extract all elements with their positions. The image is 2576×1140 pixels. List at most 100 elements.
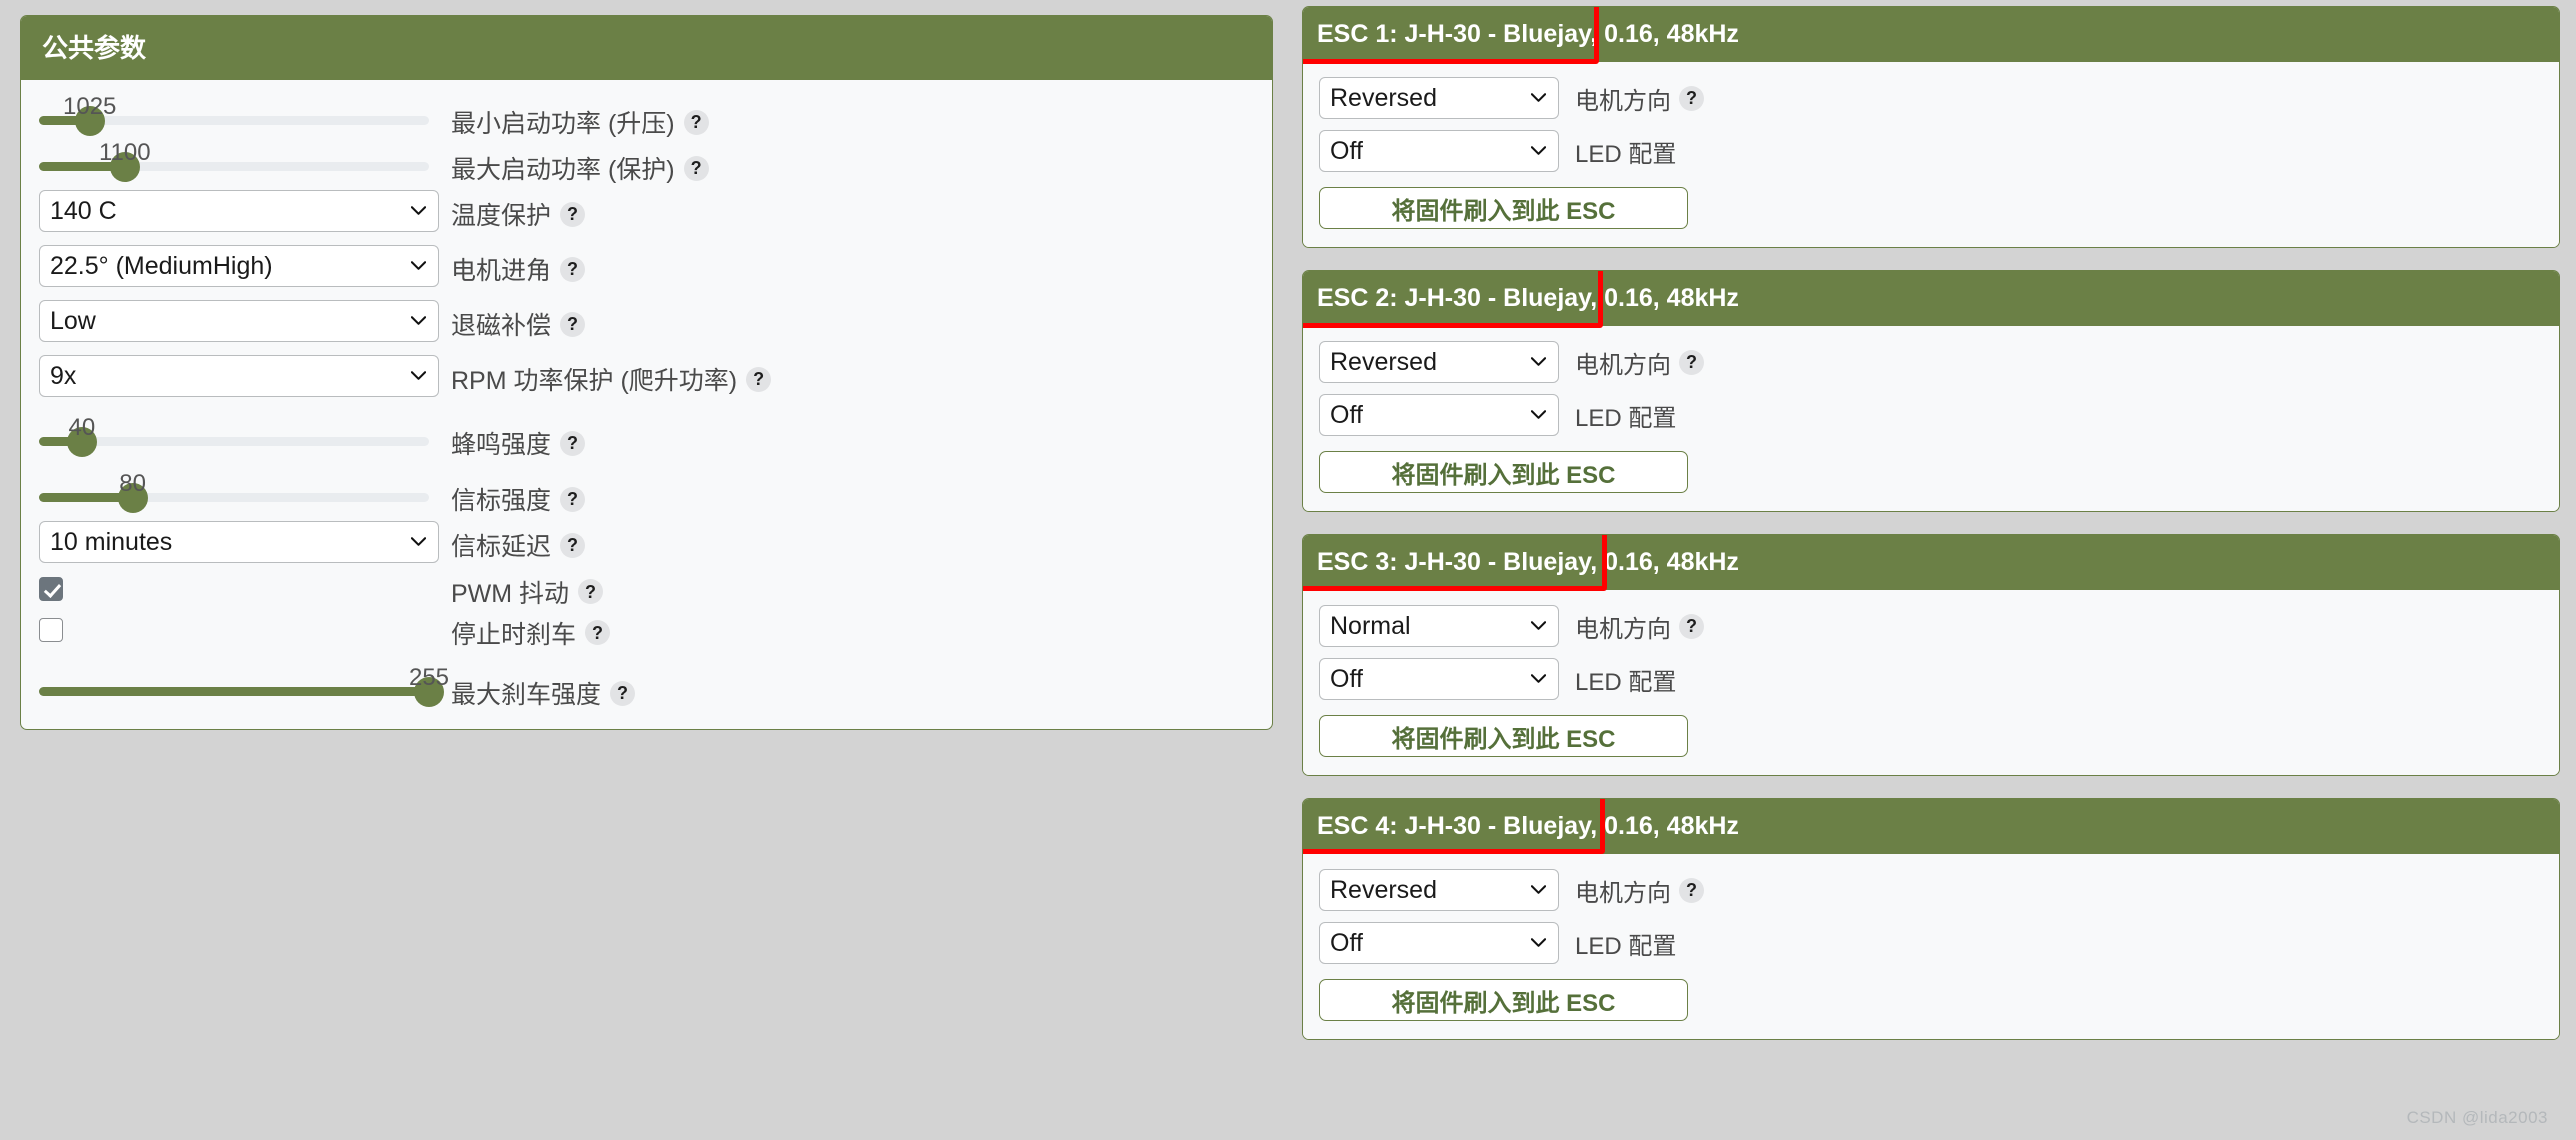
- select-cell: 9x: [39, 355, 451, 397]
- led-config-select[interactable]: Off: [1319, 658, 1559, 700]
- led-config-label: LED 配置: [1575, 140, 1677, 168]
- panel-title: 公共参数: [21, 16, 1272, 80]
- led-config-select-wrap[interactable]: Off: [1319, 130, 1559, 172]
- pwm-dither-checkbox[interactable]: [39, 577, 63, 601]
- led-config-select[interactable]: Off: [1319, 394, 1559, 436]
- temperature-protection-select-wrap[interactable]: 140 C: [39, 190, 439, 232]
- slider-cell: 40: [39, 415, 451, 461]
- esc-motor-direction-row: Reversed 电机方向 ?: [1319, 869, 2543, 911]
- motor-direction-label-row: 电机方向 ?: [1575, 345, 1704, 380]
- help-icon[interactable]: ?: [683, 155, 709, 181]
- esc-card-4: ESC 4: J-H-30 - Bluejay, 0.16, 48kHz Rev…: [1302, 798, 2560, 1040]
- motor-direction-select[interactable]: Reversed: [1319, 869, 1559, 911]
- param-label: 蜂鸣强度: [451, 431, 552, 459]
- rpm-power-protect-select-wrap[interactable]: 9x: [39, 355, 439, 397]
- motor-direction-select[interactable]: Reversed: [1319, 341, 1559, 383]
- flash-firmware-button[interactable]: 将固件刷入到此 ESC: [1319, 187, 1688, 229]
- param-row-temperature-protection: 140 C 温度保护 ?: [39, 188, 1254, 232]
- slider-track[interactable]: 1025: [39, 95, 429, 136]
- min-startup-power-slider[interactable]: 1025: [39, 94, 429, 136]
- help-icon[interactable]: ?: [560, 532, 586, 558]
- beacon-delay-select[interactable]: 10 minutes: [39, 521, 439, 563]
- esc-led-row: Off LED 配置: [1319, 922, 2543, 964]
- motor-direction-select-wrap[interactable]: Reversed: [1319, 341, 1559, 383]
- led-config-select-wrap[interactable]: Off: [1319, 658, 1559, 700]
- help-icon[interactable]: ?: [560, 256, 586, 282]
- max-startup-power-slider[interactable]: 1100: [39, 140, 429, 182]
- led-config-select-wrap[interactable]: Off: [1319, 922, 1559, 964]
- help-icon[interactable]: ?: [578, 579, 604, 604]
- slider-cell: 1025: [39, 94, 451, 140]
- brake-on-stop-checkbox[interactable]: [39, 618, 63, 642]
- param-label: 最大刹车强度: [451, 681, 602, 709]
- param-label-row: 最小启动功率 (升压) ?: [451, 104, 709, 140]
- motor-direction-label-row: 电机方向 ?: [1575, 609, 1704, 644]
- param-label-row: PWM 抖动 ?: [451, 574, 604, 610]
- param-label-row: 信标强度 ?: [451, 481, 586, 517]
- esc-card-body: Reversed 电机方向 ? Off LED 配置 将固件刷入到此 ESC: [1303, 854, 2559, 1039]
- beacon-delay-select-wrap[interactable]: 10 minutes: [39, 521, 439, 563]
- slider-track[interactable]: 255: [39, 666, 449, 707]
- beep-strength-slider[interactable]: 40: [39, 415, 429, 457]
- esc-motor-direction-row: Reversed 电机方向 ?: [1319, 341, 2543, 383]
- param-label: RPM 功率保护 (爬升功率): [451, 367, 738, 395]
- led-config-select[interactable]: Off: [1319, 922, 1559, 964]
- led-config-label: LED 配置: [1575, 404, 1677, 432]
- help-icon[interactable]: ?: [1679, 613, 1704, 639]
- temperature-protection-select[interactable]: 140 C: [39, 190, 439, 232]
- slider-cell: 255: [39, 665, 451, 711]
- help-icon[interactable]: ?: [560, 201, 586, 227]
- slider-track[interactable]: 1100: [39, 141, 429, 182]
- flash-firmware-button[interactable]: 将固件刷入到此 ESC: [1319, 979, 1688, 1021]
- rpm-power-protect-select[interactable]: 9x: [39, 355, 439, 397]
- beacon-strength-slider[interactable]: 80: [39, 471, 429, 513]
- param-row-max-startup-power: 1100 最大启动功率 (保护) ?: [39, 140, 1254, 186]
- motor-direction-select-wrap[interactable]: Normal: [1319, 605, 1559, 647]
- help-icon[interactable]: ?: [683, 109, 709, 135]
- help-icon[interactable]: ?: [746, 366, 772, 392]
- led-config-select-wrap[interactable]: Off: [1319, 394, 1559, 436]
- help-icon[interactable]: ?: [585, 620, 611, 645]
- param-label: 停止时刹车: [451, 620, 577, 649]
- motor-direction-select-wrap[interactable]: Reversed: [1319, 77, 1559, 119]
- slider-cell: 80: [39, 471, 451, 517]
- param-row-beep-strength: 40 蜂鸣强度 ?: [39, 415, 1254, 461]
- motor-direction-label-row: 电机方向 ?: [1575, 873, 1704, 908]
- flash-firmware-button[interactable]: 将固件刷入到此 ESC: [1319, 715, 1688, 757]
- motor-direction-label: 电机方向: [1575, 351, 1671, 379]
- help-icon[interactable]: ?: [560, 311, 586, 337]
- param-label: 最小启动功率 (升压): [451, 110, 675, 138]
- param-label-row: 温度保护 ?: [451, 196, 586, 232]
- esc-led-row: Off LED 配置: [1319, 130, 2543, 172]
- flash-firmware-button[interactable]: 将固件刷入到此 ESC: [1319, 451, 1688, 493]
- common-parameters-panel: 公共参数 1025 最小启动功率 (升压) ? 1100 最大启动功率 (保护)…: [20, 15, 1273, 730]
- motor-direction-select-wrap[interactable]: Reversed: [1319, 869, 1559, 911]
- help-icon[interactable]: ?: [560, 430, 586, 456]
- motor-direction-label-row: 电机方向 ?: [1575, 81, 1704, 116]
- demag-compensation-select-wrap[interactable]: Low: [39, 300, 439, 342]
- motor-timing-select-wrap[interactable]: 22.5° (MediumHigh): [39, 245, 439, 287]
- demag-compensation-select[interactable]: Low: [39, 300, 439, 342]
- param-label-row: 最大启动功率 (保护) ?: [451, 150, 709, 186]
- motor-direction-select[interactable]: Reversed: [1319, 77, 1559, 119]
- max-brake-strength-slider[interactable]: 255: [39, 665, 449, 707]
- esc-motor-direction-row: Reversed 电机方向 ?: [1319, 77, 2543, 119]
- help-icon[interactable]: ?: [1679, 877, 1704, 903]
- slider-track[interactable]: 40: [39, 416, 429, 457]
- help-icon[interactable]: ?: [1679, 85, 1704, 111]
- motor-timing-select[interactable]: 22.5° (MediumHigh): [39, 245, 439, 287]
- help-icon[interactable]: ?: [610, 680, 636, 706]
- slider-value: 1025: [62, 93, 117, 120]
- motor-direction-select[interactable]: Normal: [1319, 605, 1559, 647]
- help-icon[interactable]: ?: [1679, 349, 1704, 375]
- help-icon[interactable]: ?: [560, 486, 586, 512]
- motor-direction-label: 电机方向: [1575, 87, 1671, 115]
- led-config-select[interactable]: Off: [1319, 130, 1559, 172]
- led-config-label-row: LED 配置: [1575, 662, 1676, 697]
- param-label: 最大启动功率 (保护): [451, 156, 675, 184]
- param-label-row: 电机进角 ?: [451, 251, 586, 287]
- param-label: PWM 抖动: [451, 579, 570, 608]
- param-row-motor-timing: 22.5° (MediumHigh) 电机进角 ?: [39, 243, 1254, 287]
- slider-track[interactable]: 80: [39, 472, 429, 513]
- watermark: CSDN @lida2003: [2406, 1108, 2548, 1127]
